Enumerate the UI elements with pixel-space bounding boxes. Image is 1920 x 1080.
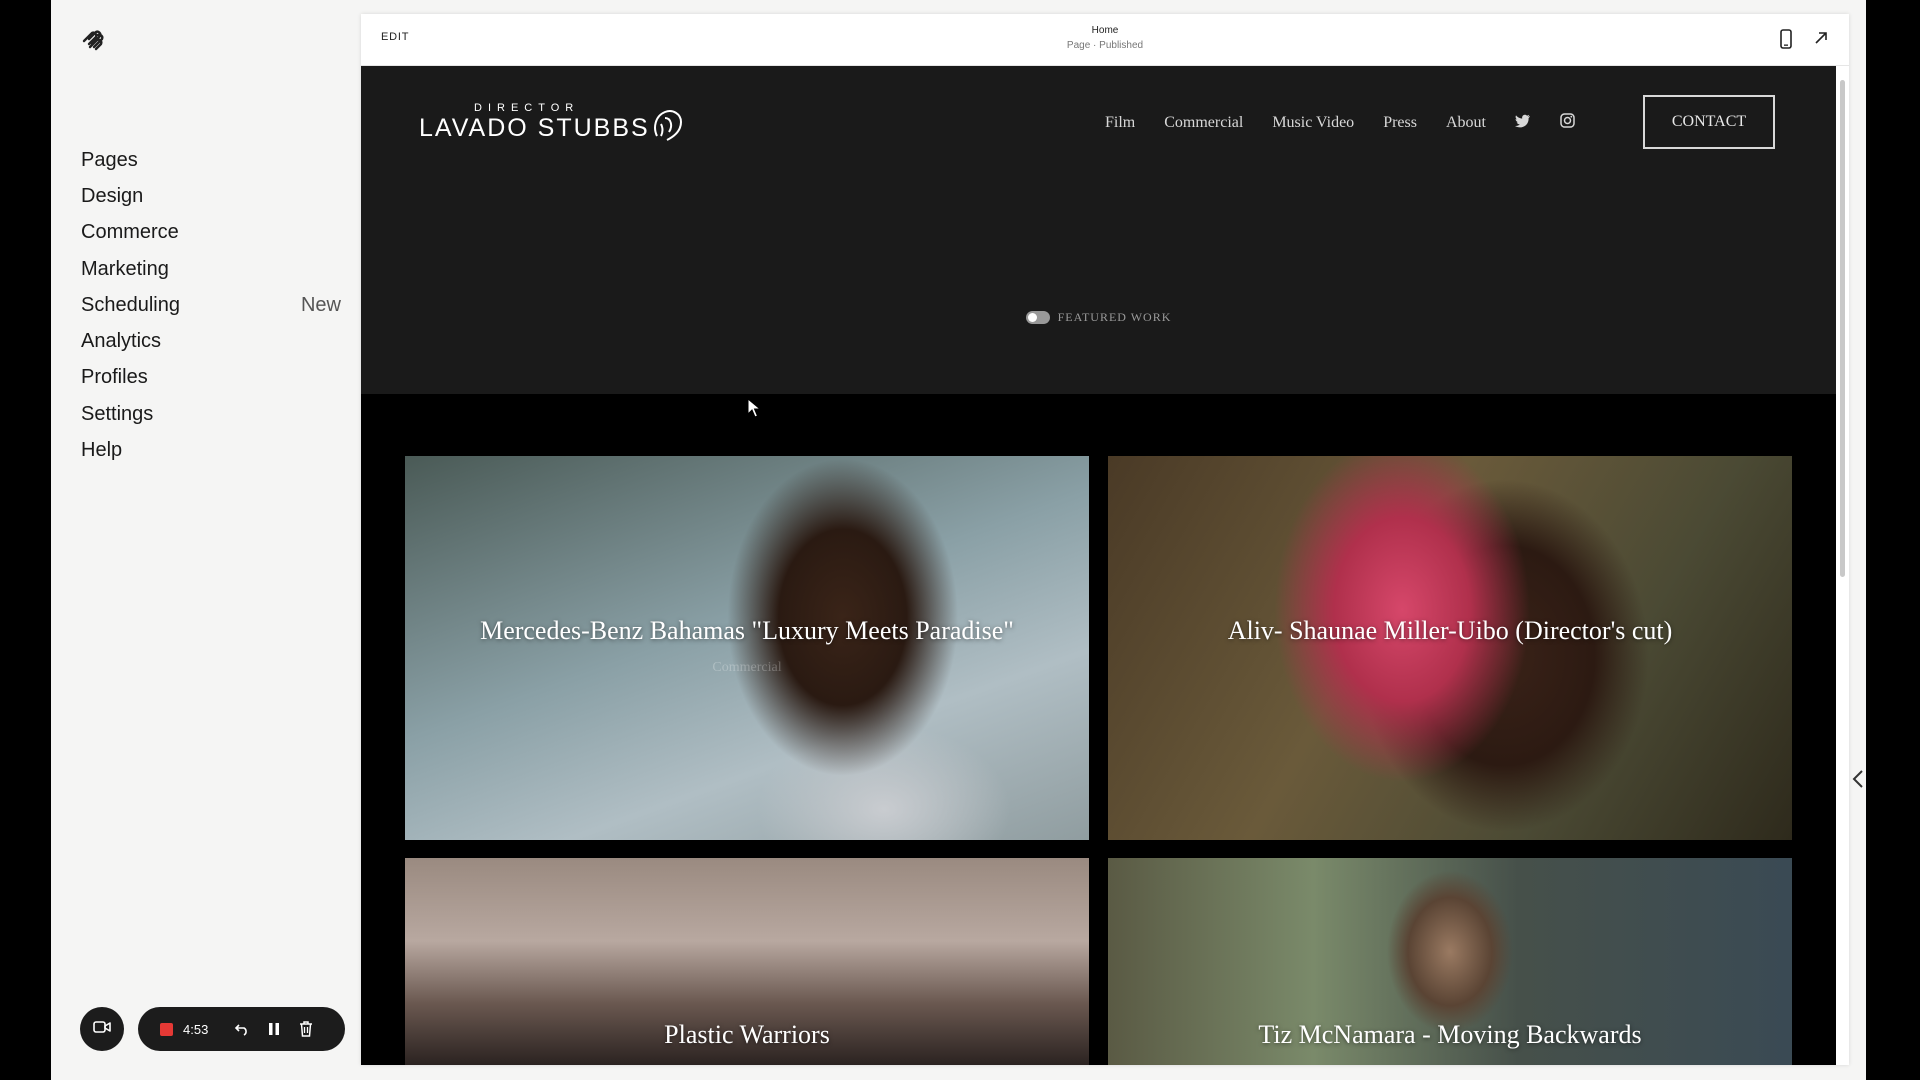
recording-time: 4:53 bbox=[183, 1021, 209, 1037]
sidebar-item-analytics[interactable]: Analytics bbox=[81, 323, 341, 359]
portfolio-card[interactable]: Aliv- Shaunae Miller-Uibo (Director's cu… bbox=[1108, 456, 1792, 840]
site-logo[interactable]: DIRECTOR LAVADO STUBBS bbox=[419, 102, 683, 150]
sidebar-item-label: Profiles bbox=[81, 366, 148, 389]
sidebar-item-design[interactable]: Design bbox=[81, 178, 341, 214]
portfolio-card[interactable]: Plastic Warriors bbox=[405, 858, 1089, 1065]
sidebar-item-label: Help bbox=[81, 439, 123, 462]
squarespace-logo-icon[interactable] bbox=[80, 28, 110, 52]
card-title: Mercedes-Benz Bahamas "Luxury Meets Para… bbox=[480, 616, 1014, 645]
sidebar-nav: Pages Design Commerce Marketing Scheduli… bbox=[81, 142, 341, 469]
page-status: Page · Published bbox=[1066, 40, 1144, 51]
twitter-icon[interactable] bbox=[1514, 114, 1531, 133]
preview-scrollbar[interactable] bbox=[1836, 66, 1849, 1065]
website-preview: DIRECTOR LAVADO STUBBS Film Commercial M… bbox=[361, 66, 1836, 1065]
sidebar-item-label: Marketing bbox=[81, 257, 169, 280]
page-title: Home bbox=[1091, 25, 1119, 36]
sidebar-item-label: Commerce bbox=[81, 221, 179, 244]
sidebar-item-profiles[interactable]: Profiles bbox=[81, 360, 341, 396]
scrollbar-thumb[interactable] bbox=[1840, 80, 1845, 577]
site-nav-press[interactable]: Press bbox=[1383, 114, 1417, 132]
card-category: Commercial bbox=[712, 660, 782, 675]
featured-work-label: FEATURED WORK bbox=[1057, 310, 1172, 324]
open-external-icon[interactable] bbox=[1813, 30, 1829, 51]
instagram-icon[interactable] bbox=[1560, 113, 1575, 133]
stop-recording-button[interactable] bbox=[160, 1022, 173, 1036]
brand-name: LAVADO STUBBS bbox=[419, 114, 650, 142]
sidebar-item-settings[interactable]: Settings bbox=[81, 396, 341, 432]
editor-topbar: EDIT Home Page · Published bbox=[361, 14, 1849, 66]
lion-emblem-icon bbox=[651, 106, 685, 149]
sidebar-item-scheduling[interactable]: Scheduling New bbox=[81, 287, 341, 323]
editor-frame: EDIT Home Page · Published DIRECTOR LAVA… bbox=[361, 14, 1849, 1065]
site-nav-film[interactable]: Film bbox=[1105, 114, 1135, 132]
site-header: DIRECTOR LAVADO STUBBS Film Commercial M… bbox=[361, 66, 1836, 394]
site-nav-commercial[interactable]: Commercial bbox=[1164, 114, 1243, 132]
sidebar-item-label: Pages bbox=[81, 148, 138, 171]
site-nav-music-video[interactable]: Music Video bbox=[1272, 114, 1354, 132]
new-badge: New bbox=[300, 293, 341, 316]
sidebar-item-help[interactable]: Help bbox=[81, 432, 341, 468]
sidebar-item-label: Design bbox=[81, 184, 144, 207]
recording-controls: 4:53 bbox=[138, 1007, 345, 1051]
pause-icon[interactable] bbox=[263, 1018, 285, 1040]
brand-subtitle: DIRECTOR bbox=[474, 102, 580, 114]
sidebar-item-commerce[interactable]: Commerce bbox=[81, 215, 341, 251]
card-title: Tiz McNamara - Moving Backwards bbox=[1258, 1020, 1642, 1049]
site-nav: Film Commercial Music Video Press About bbox=[1105, 113, 1575, 133]
chevron-left-icon[interactable] bbox=[1852, 769, 1864, 794]
contact-button[interactable]: CONTACT bbox=[1643, 95, 1775, 149]
sidebar-item-marketing[interactable]: Marketing bbox=[81, 251, 341, 287]
sidebar-item-label: Scheduling bbox=[81, 293, 180, 316]
mouse-cursor-icon bbox=[747, 397, 762, 423]
card-title: Plastic Warriors bbox=[664, 1020, 830, 1049]
featured-work-heading: FEATURED WORK bbox=[361, 310, 1836, 325]
sidebar-item-label: Analytics bbox=[81, 330, 162, 353]
portfolio-card[interactable]: Tiz McNamara - Moving Backwards bbox=[1108, 858, 1792, 1065]
portfolio-card[interactable]: Mercedes-Benz Bahamas "Luxury Meets Para… bbox=[405, 456, 1089, 840]
video-camera-icon bbox=[93, 1020, 111, 1039]
mobile-preview-icon[interactable] bbox=[1780, 29, 1792, 54]
sidebar: Pages Design Commerce Marketing Scheduli… bbox=[51, 0, 361, 1080]
toggle-icon bbox=[1025, 311, 1050, 324]
sidebar-item-label: Settings bbox=[81, 402, 154, 425]
card-title: Aliv- Shaunae Miller-Uibo (Director's cu… bbox=[1227, 616, 1673, 645]
camera-toggle-button[interactable] bbox=[80, 1007, 124, 1051]
undo-icon[interactable] bbox=[231, 1018, 253, 1040]
squarespace-app: Pages Design Commerce Marketing Scheduli… bbox=[51, 0, 1866, 1080]
site-nav-about[interactable]: About bbox=[1446, 114, 1486, 132]
trash-icon[interactable] bbox=[295, 1018, 317, 1040]
sidebar-item-pages[interactable]: Pages bbox=[81, 142, 341, 178]
